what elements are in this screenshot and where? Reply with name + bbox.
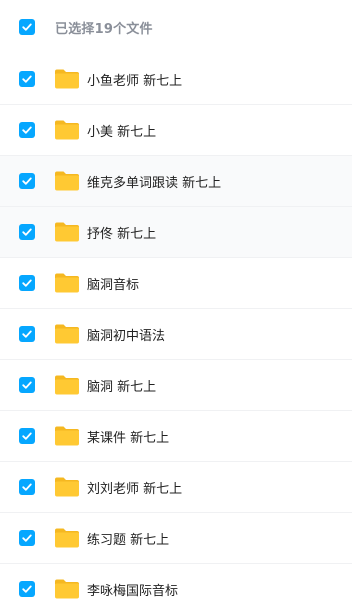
folder-icon (54, 374, 80, 396)
selection-header: 已选择19个文件 (0, 0, 352, 54)
check-icon (22, 126, 32, 134)
list-item[interactable]: 维克多单词跟读 新七上 (0, 156, 352, 207)
file-list: 已选择19个文件 小鱼老师 新七上 小美 新七上 维克多单词跟读 新七上 抒佟 … (0, 0, 352, 600)
list-item[interactable]: 小鱼老师 新七上 (0, 54, 352, 105)
check-icon (22, 585, 32, 593)
check-icon (22, 177, 32, 185)
file-name[interactable]: 抒佟 新七上 (87, 223, 156, 242)
check-icon (22, 381, 32, 389)
item-checkbox[interactable] (19, 428, 35, 444)
check-icon (22, 23, 32, 31)
item-checkbox[interactable] (19, 224, 35, 240)
folder-icon (54, 119, 80, 141)
file-name[interactable]: 练习题 新七上 (87, 529, 169, 548)
list-item[interactable]: 小美 新七上 (0, 105, 352, 156)
select-all-checkbox[interactable] (19, 19, 35, 35)
file-name[interactable]: 李咏梅国际音标 (87, 580, 178, 599)
file-name[interactable]: 脑洞初中语法 (87, 325, 165, 344)
item-checkbox[interactable] (19, 581, 35, 597)
check-icon (22, 279, 32, 287)
check-icon (22, 432, 32, 440)
item-checkbox[interactable] (19, 122, 35, 138)
folder-icon (54, 476, 80, 498)
file-name[interactable]: 小美 新七上 (87, 121, 156, 140)
folder-icon (54, 578, 80, 600)
selection-count-label: 已选择19个文件 (55, 21, 153, 37)
folder-icon (54, 272, 80, 294)
folder-icon (54, 170, 80, 192)
file-name[interactable]: 维克多单词跟读 新七上 (87, 172, 221, 191)
check-icon (22, 330, 32, 338)
folder-icon (54, 68, 80, 90)
list-item[interactable]: 刘刘老师 新七上 (0, 462, 352, 513)
list-item[interactable]: 某课件 新七上 (0, 411, 352, 462)
list-item[interactable]: 脑洞初中语法 (0, 309, 352, 360)
folder-icon (54, 527, 80, 549)
file-name[interactable]: 脑洞音标 (87, 274, 139, 293)
file-name[interactable]: 脑洞 新七上 (87, 376, 156, 395)
list-item[interactable]: 脑洞音标 (0, 258, 352, 309)
item-checkbox[interactable] (19, 326, 35, 342)
file-name[interactable]: 刘刘老师 新七上 (87, 478, 182, 497)
list-item[interactable]: 脑洞 新七上 (0, 360, 352, 411)
list-item[interactable]: 练习题 新七上 (0, 513, 352, 564)
check-icon (22, 483, 32, 491)
list-item[interactable]: 李咏梅国际音标 (0, 564, 352, 600)
item-checkbox[interactable] (19, 173, 35, 189)
folder-icon (54, 425, 80, 447)
file-name[interactable]: 某课件 新七上 (87, 427, 169, 446)
check-icon (22, 228, 32, 236)
item-checkbox[interactable] (19, 71, 35, 87)
list-item[interactable]: 抒佟 新七上 (0, 207, 352, 258)
item-checkbox[interactable] (19, 377, 35, 393)
item-checkbox[interactable] (19, 479, 35, 495)
item-checkbox[interactable] (19, 275, 35, 291)
item-checkbox[interactable] (19, 530, 35, 546)
file-name[interactable]: 小鱼老师 新七上 (87, 70, 182, 89)
folder-icon (54, 323, 80, 345)
check-icon (22, 75, 32, 83)
check-icon (22, 534, 32, 542)
folder-icon (54, 221, 80, 243)
